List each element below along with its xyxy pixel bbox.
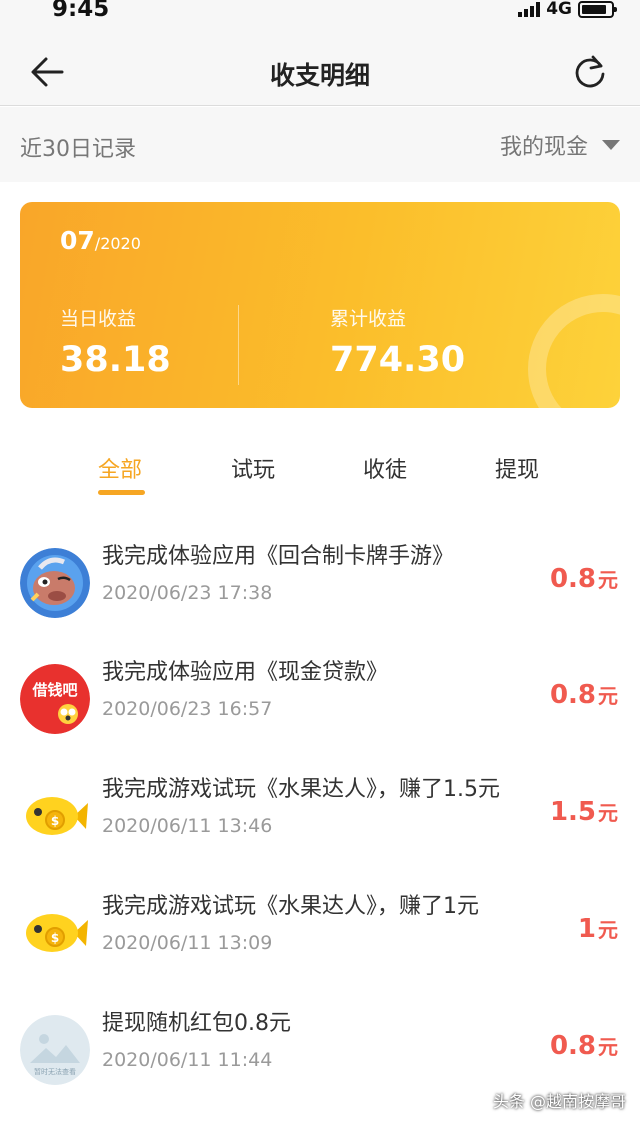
- list-item[interactable]: $ 我完成游戏试玩《水果达人》，赚了1元 2020/06/11 13:09 1元: [0, 886, 640, 1002]
- tab-withdraw[interactable]: 提现: [495, 452, 539, 484]
- card-month: 07: [60, 226, 95, 255]
- amount-unit: 元: [598, 1035, 618, 1059]
- network-type: 4G: [546, 0, 572, 19]
- status-time: 9:45: [52, 0, 110, 22]
- tab-apprentice[interactable]: 收徒: [363, 452, 407, 484]
- amount-value: 0.8: [549, 680, 596, 710]
- card-divider: [238, 305, 239, 385]
- filter-row: 近30日记录 我的现金: [0, 107, 640, 182]
- refresh-icon: [575, 55, 605, 88]
- tab-trial[interactable]: 试玩: [231, 452, 275, 484]
- placeholder-text: 暂时无法查看: [34, 1067, 76, 1076]
- card-date: 07/2020: [60, 226, 141, 255]
- record-time: 2020/06/11 13:09: [102, 932, 273, 954]
- today-earnings-value: 38.18: [60, 340, 171, 380]
- page-title: 收支明细: [269, 61, 370, 90]
- amount-value: 0.8: [549, 1031, 596, 1061]
- record-range-label: 近30日记录: [20, 137, 136, 162]
- record-amount: 1元: [578, 914, 618, 944]
- total-earnings-value: 774.30: [330, 340, 466, 380]
- record-amount: 0.8 元: [550, 1031, 618, 1061]
- record-amount: 0.8 元: [550, 680, 618, 710]
- image-placeholder-icon: 暂时无法查看: [20, 1015, 90, 1085]
- amount-value: 1: [577, 914, 596, 944]
- list-item[interactable]: 借钱吧 我完成体验应用《现金贷款》 2020/06/23 16:57 0.8 元: [0, 652, 640, 768]
- nav-bar: 收支明细: [0, 28, 640, 106]
- game-character-icon: [20, 548, 90, 618]
- decorative-ring: [528, 294, 620, 408]
- loan-app-icon: 借钱吧: [20, 664, 90, 734]
- wallet-label: 我的现金: [499, 135, 588, 160]
- signal-icon: [518, 1, 541, 17]
- loan-app-text: 借钱吧: [31, 681, 77, 699]
- earnings-card: 07/2020 当日收益 38.18 累计收益 774.30: [20, 202, 620, 408]
- record-time: 2020/06/11 13:46: [102, 815, 273, 837]
- status-bar: 9:45 4G: [0, 0, 640, 28]
- svg-text:$: $: [51, 931, 59, 945]
- record-title: 我完成体验应用《回合制卡牌手游》: [102, 544, 455, 569]
- wallet-dropdown[interactable]: 我的现金: [500, 129, 620, 161]
- amount-unit: 元: [598, 684, 618, 708]
- record-amount: 1.5 元: [550, 797, 618, 827]
- record-title: 我完成体验应用《现金贷款》: [102, 660, 389, 685]
- active-tab-indicator: [98, 490, 145, 495]
- tab-all[interactable]: 全部: [98, 452, 142, 484]
- battery-icon: [578, 0, 617, 18]
- record-time: 2020/06/11 11:44: [102, 1049, 273, 1071]
- record-title: 提现随机红包0.8元: [102, 1011, 291, 1036]
- amount-value: 0.8: [549, 564, 596, 594]
- refresh-button[interactable]: [568, 50, 612, 94]
- list-item[interactable]: $ 我完成游戏试玩《水果达人》，赚了1.5元 2020/06/11 13:46 …: [0, 769, 640, 885]
- total-earnings-label: 累计收益: [330, 308, 407, 330]
- card-year: /2020: [94, 234, 141, 253]
- record-title: 我完成游戏试玩《水果达人》，赚了1.5元: [102, 777, 500, 802]
- gold-fish-icon: $: [20, 898, 90, 968]
- record-title: 我完成游戏试玩《水果达人》，赚了1元: [102, 894, 479, 919]
- gold-fish-icon: $: [20, 781, 90, 851]
- record-time: 2020/06/23 17:38: [102, 582, 273, 604]
- amount-value: 1.5: [549, 797, 596, 827]
- today-earnings-label: 当日收益: [60, 308, 137, 330]
- list-item[interactable]: 我完成体验应用《回合制卡牌手游》 2020/06/23 17:38 0.8 元: [0, 536, 640, 652]
- amount-unit: 元: [598, 918, 618, 942]
- record-amount: 0.8 元: [550, 564, 618, 594]
- record-time: 2020/06/23 16:57: [102, 698, 273, 720]
- category-tabs: 全部 试玩 收徒 提现: [0, 442, 640, 498]
- amount-unit: 元: [598, 568, 618, 592]
- watermark: 头条 @越南按摩哥: [492, 1092, 626, 1111]
- chevron-down-icon: [602, 140, 620, 150]
- amount-unit: 元: [598, 801, 618, 825]
- svg-text:$: $: [51, 814, 59, 828]
- status-icons: 4G: [518, 0, 617, 19]
